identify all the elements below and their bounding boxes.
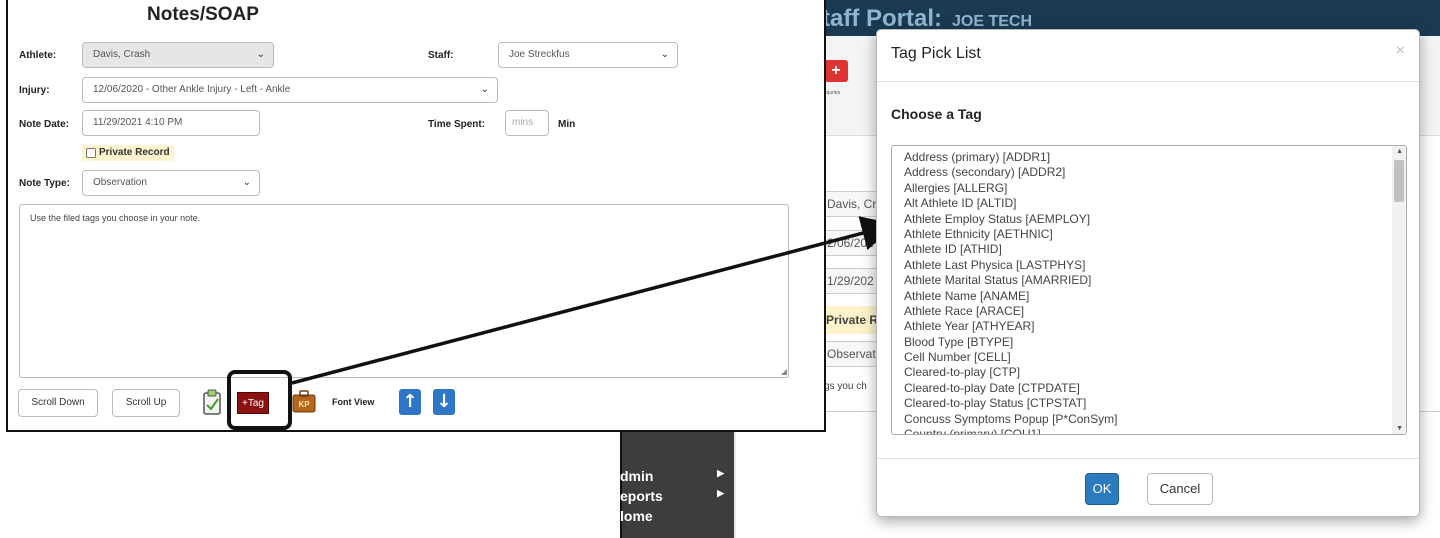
scroll-down-arrow-icon[interactable]: ▼ [1396, 425, 1403, 432]
scroll-down-button[interactable]: Scroll Down [18, 389, 98, 417]
tag-option[interactable]: Address (primary) [ADDR1] [904, 150, 1384, 165]
scroll-up-button[interactable]: Scroll Up [112, 389, 180, 417]
portal-menu-reports[interactable]: eports ▶ [620, 488, 734, 508]
time-unit-label: Min [558, 119, 576, 130]
tag-option[interactable]: Athlete Last Physica [LASTPHYS] [904, 258, 1384, 273]
tag-option[interactable]: Concuss Symptoms Popup [P*ConSym] [904, 412, 1384, 427]
medical-kit-icon: + [824, 60, 848, 82]
close-icon[interactable]: × [1396, 42, 1405, 60]
staff-select[interactable]: Joe Streckfus ⌄ [498, 42, 678, 68]
screenshot-stage: taff Portal: JOE TECH dmin ▶ eports ▶ lome … [0, 0, 1440, 538]
tag-option[interactable]: Cell Number [CELL] [904, 350, 1384, 365]
chevron-down-icon: ⌄ [256, 49, 265, 60]
athlete-select[interactable]: Davis, Crash ⌄ [82, 42, 274, 68]
portal-note-text: gs you ch [824, 381, 867, 392]
tag-option[interactable]: Address (secondary) [ADDR2] [904, 165, 1384, 180]
arrow-up-icon[interactable]: ↑ [399, 389, 421, 415]
clipboard-icon-graphic [203, 389, 221, 415]
tag-listbox[interactable]: Address (primary) [ADDR1] Address (second… [891, 145, 1407, 435]
cancel-button[interactable]: Cancel [1147, 473, 1213, 505]
chevron-down-icon: ⌄ [242, 177, 251, 188]
notes-soap-panel: Notes/SOAP Athlete: Davis, Crash ⌄ Staff:… [6, 0, 826, 432]
tag-option[interactable]: Athlete Employ Status [AEMPLOY] [904, 212, 1384, 227]
note-textarea[interactable]: Use the filed tags you choose in your no… [19, 204, 789, 378]
tag-list-scrollbar[interactable]: ▲ ▼ [1392, 146, 1406, 434]
tag-items: Address (primary) [ADDR1] Address (second… [904, 150, 1384, 434]
staff-select-value: Joe Streckfus [509, 49, 570, 60]
tag-option[interactable]: Athlete Marital Status [AMARRIED] [904, 273, 1384, 288]
portal-menu-home[interactable]: lome [620, 508, 734, 528]
tag-option[interactable]: Cleared-to-play Status [CTPSTAT] [904, 396, 1384, 411]
tag-option[interactable]: Cleared-to-play Date [CTPDATE] [904, 381, 1384, 396]
tag-option[interactable]: Athlete Name [ANAME] [904, 289, 1384, 304]
modal-title: Tag Pick List [891, 45, 981, 62]
note-date-label: Note Date: [19, 119, 70, 130]
font-view-label: Font View [332, 397, 375, 407]
page-title: Notes/SOAP [147, 4, 259, 25]
modal-header: Tag Pick List × [877, 30, 1419, 82]
private-record-checkbox[interactable]: Private Record [82, 145, 174, 161]
arrow-down-icon[interactable]: ↓ [433, 389, 455, 415]
time-spent-label: Time Spent: [428, 119, 486, 130]
tag-pick-list-modal: Tag Pick List × Choose a Tag Address (pr… [876, 29, 1420, 517]
tag-option[interactable]: Cleared-to-play [CTP] [904, 365, 1384, 380]
note-text: Use the filed tags you choose in your no… [30, 213, 201, 223]
note-type-select-value: Observation [93, 177, 147, 188]
portal-menu-admin[interactable]: dmin ▶ [620, 468, 734, 488]
staff-label: Staff: [428, 50, 454, 61]
modal-footer-divider [877, 458, 1419, 459]
tag-button-highlight [227, 370, 292, 430]
note-type-select[interactable]: Observation ⌄ [82, 170, 260, 196]
checkbox-icon[interactable] [86, 148, 96, 158]
tag-option[interactable]: Blood Type [BTYPE] [904, 335, 1384, 350]
portal-menu-label: lome [620, 508, 653, 524]
tag-option[interactable]: Country (primary) [COU1] [904, 427, 1384, 434]
portal-menu-label: eports [620, 488, 663, 504]
tag-option[interactable]: Athlete Ethnicity [AETHNIC] [904, 227, 1384, 242]
injuries-tile[interactable]: + [824, 50, 852, 90]
keypad-icon-graphic: KP [292, 390, 316, 413]
chevron-right-icon: ▶ [717, 468, 724, 478]
injury-label: Injury: [19, 85, 50, 96]
chevron-down-icon: ⌄ [480, 84, 489, 95]
portal-menu-label: dmin [620, 468, 654, 484]
tag-option[interactable]: Athlete ID [ATHID] [904, 242, 1384, 257]
keypad-icon[interactable]: KP [292, 389, 316, 413]
injuries-tile-label: Injuries [824, 90, 841, 96]
keypad-icon-text: KP [298, 400, 310, 409]
chevron-right-icon: ▶ [717, 488, 724, 498]
injury-select-value: 12/06/2020 - Other Ankle Injury - Left -… [93, 84, 291, 95]
portal-menu: dmin ▶ eports ▶ lome [620, 468, 734, 528]
athlete-select-value: Davis, Crash [93, 49, 151, 60]
time-spent-input[interactable]: mins [505, 110, 549, 136]
scroll-up-arrow-icon[interactable]: ▲ [1396, 148, 1403, 155]
scrollbar-thumb[interactable] [1394, 160, 1404, 202]
tag-option[interactable]: Athlete Race [ARACE] [904, 304, 1384, 319]
injury-select[interactable]: 12/06/2020 - Other Ankle Injury - Left -… [82, 77, 498, 103]
portal-user-name: JOE TECH [952, 13, 1033, 30]
chevron-down-icon: ⌄ [660, 49, 669, 60]
clipboard-icon[interactable] [201, 389, 223, 415]
resize-handle-icon[interactable]: ◢ [781, 367, 787, 376]
choose-tag-heading: Choose a Tag [891, 106, 982, 122]
portal-title-text: taff Portal: [822, 5, 942, 32]
tag-option[interactable]: Allergies [ALLERG] [904, 181, 1384, 196]
private-record-label: Private Record [99, 147, 170, 158]
note-type-label: Note Type: [19, 178, 70, 189]
athlete-label: Athlete: [19, 50, 57, 61]
tag-option[interactable]: Athlete Year [ATHYEAR] [904, 319, 1384, 334]
note-date-input[interactable]: 11/29/2021 4:10 PM [82, 110, 260, 136]
ok-button[interactable]: OK [1085, 473, 1119, 505]
tag-option[interactable]: Alt Athlete ID [ALTID] [904, 196, 1384, 211]
